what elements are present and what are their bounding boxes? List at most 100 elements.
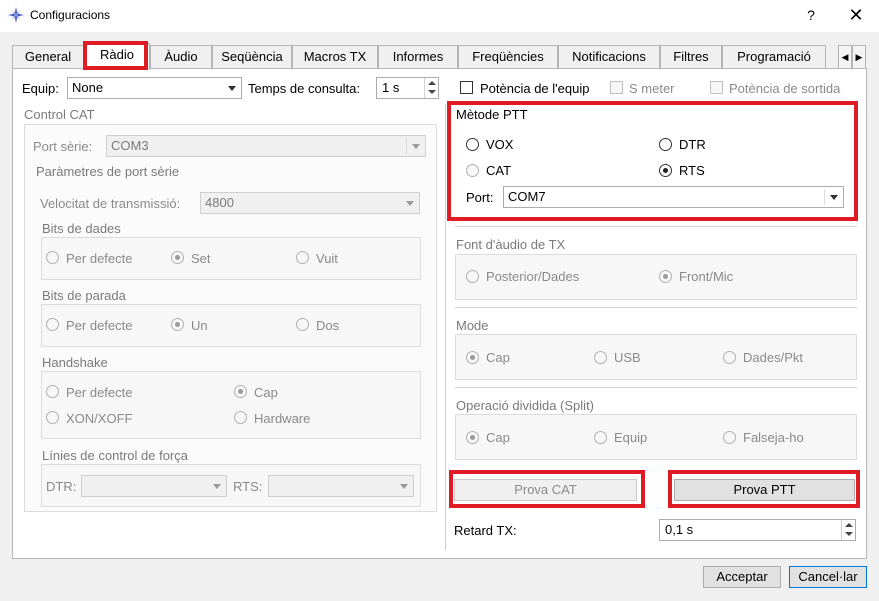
equip-label: Equip:	[22, 81, 59, 96]
tx-delay-spinner[interactable]: 0,1 s	[659, 519, 856, 541]
handshake-none-radio[interactable]	[234, 385, 247, 398]
serial-port-label: Port sèrie:	[33, 139, 93, 154]
databits-seven-radio[interactable]	[171, 251, 184, 264]
tab-scroll-right-icon[interactable]: ▶	[852, 45, 866, 69]
spin-up-icon[interactable]	[428, 81, 436, 85]
handshake-group	[41, 371, 421, 439]
mode-data-label: Dades/Pkt	[743, 350, 803, 365]
chevron-down-icon	[401, 193, 419, 213]
databits-eight-label: Vuit	[316, 251, 338, 266]
stopbits-default-label: Per defecte	[66, 318, 133, 333]
dtr-select[interactable]	[81, 475, 227, 497]
app-star-icon	[8, 7, 24, 23]
cancel-button[interactable]: Cancel·lar	[789, 566, 867, 588]
power-equip-checkbox[interactable]	[460, 81, 473, 94]
tab-filters[interactable]: Filtres	[660, 45, 722, 69]
power-out-label: Potència de sortida	[729, 81, 841, 96]
column-divider	[445, 104, 446, 550]
handshake-default-label: Per defecte	[66, 385, 133, 400]
stopbits-title: Bits de parada	[42, 288, 126, 303]
power-equip-label: Potència de l'equip	[480, 81, 590, 96]
stopbits-two-label: Dos	[316, 318, 340, 333]
audio-rear-radio[interactable]	[466, 270, 479, 283]
divider	[455, 226, 857, 227]
databits-eight-radio[interactable]	[296, 251, 309, 264]
chevron-down-icon	[223, 78, 241, 98]
help-button[interactable]: ?	[797, 4, 825, 28]
highlight-test-ptt	[668, 470, 860, 508]
baud-select[interactable]: 4800	[200, 192, 420, 214]
serial-port-select[interactable]: COM3	[106, 135, 426, 157]
serial-params-title: Paràmetres de port sèrie	[36, 164, 180, 179]
spin-down-icon[interactable]	[845, 532, 853, 536]
divider	[455, 307, 857, 308]
dtr-label: DTR:	[46, 479, 77, 494]
mode-data-radio[interactable]	[723, 351, 736, 364]
rts-label: RTS:	[233, 479, 263, 494]
rts-select[interactable]	[268, 475, 414, 497]
chevron-down-icon	[208, 476, 226, 496]
chevron-down-icon	[407, 136, 425, 156]
tab-sequence[interactable]: Seqüència	[212, 45, 292, 69]
tab-notifications[interactable]: Notificacions	[558, 45, 660, 69]
chevron-down-icon	[395, 476, 413, 496]
databits-default-radio[interactable]	[46, 251, 59, 264]
handshake-xon-radio[interactable]	[46, 411, 59, 424]
power-out-checkbox[interactable]	[710, 81, 723, 94]
ok-button[interactable]: Acceptar	[703, 566, 781, 588]
baud-label: Velocitat de transmissió:	[40, 196, 181, 211]
mode-title: Mode	[456, 318, 489, 333]
databits-default-label: Per defecte	[66, 251, 133, 266]
audio-src-title: Font d'àudio de TX	[456, 237, 566, 252]
window-title: Configuracions	[30, 8, 111, 22]
poll-label: Temps de consulta:	[248, 81, 361, 96]
tab-scheduling[interactable]: Programació	[722, 45, 826, 69]
handshake-hardware-label: Hardware	[254, 411, 311, 426]
close-button[interactable]: ✕	[840, 4, 872, 28]
stopbits-default-radio[interactable]	[46, 318, 59, 331]
poll-interval-spinner[interactable]: 1 s	[376, 77, 439, 99]
highlight-test-cat	[449, 470, 645, 508]
equip-select[interactable]: None	[67, 77, 242, 99]
tab-frequencies[interactable]: Freqüències	[458, 45, 558, 69]
highlight-tab-radio	[83, 41, 148, 70]
audio-front-label: Front/Mic	[679, 269, 734, 284]
mode-usb-label: USB	[614, 350, 641, 365]
tab-scroll-left-icon[interactable]: ◀	[838, 45, 852, 69]
spin-down-icon[interactable]	[428, 90, 436, 94]
databits-seven-label: Set	[191, 251, 211, 266]
highlight-ptt-method	[447, 101, 858, 221]
stopbits-one-label: Un	[191, 318, 208, 333]
tab-general[interactable]: General	[12, 45, 84, 69]
spin-up-icon[interactable]	[845, 523, 853, 527]
split-none-radio[interactable]	[466, 431, 479, 444]
split-rig-radio[interactable]	[594, 431, 607, 444]
handshake-xon-label: XON/XOFF	[66, 411, 133, 426]
tab-audio[interactable]: Àudio	[150, 45, 212, 69]
title-bar	[0, 0, 879, 32]
mode-usb-radio[interactable]	[594, 351, 607, 364]
handshake-hardware-radio[interactable]	[234, 411, 247, 424]
split-fake-radio[interactable]	[723, 431, 736, 444]
mode-none-radio[interactable]	[466, 351, 479, 364]
smeter-label: S meter	[629, 81, 675, 96]
divider	[455, 387, 857, 388]
split-fake-label: Falseja-ho	[743, 430, 804, 445]
split-rig-label: Equip	[614, 430, 648, 445]
stopbits-one-radio[interactable]	[171, 318, 184, 331]
handshake-default-radio[interactable]	[46, 385, 59, 398]
mode-none-label: Cap	[486, 350, 510, 365]
tab-macros[interactable]: Macros TX	[292, 45, 378, 69]
tx-delay-label: Retard TX:	[454, 523, 517, 538]
handshake-none-label: Cap	[254, 385, 278, 400]
handshake-title: Handshake	[42, 355, 108, 370]
control-lines-title: Línies de control de força	[42, 448, 188, 463]
databits-title: Bits de dades	[42, 221, 121, 236]
audio-front-radio[interactable]	[659, 270, 672, 283]
stopbits-two-radio[interactable]	[296, 318, 309, 331]
smeter-checkbox[interactable]	[610, 81, 623, 94]
cat-section-title: Control CAT	[24, 107, 95, 122]
tab-reports[interactable]: Informes	[378, 45, 458, 69]
audio-rear-label: Posterior/Dades	[486, 269, 580, 284]
split-title: Operació dividida (Split)	[456, 398, 595, 413]
